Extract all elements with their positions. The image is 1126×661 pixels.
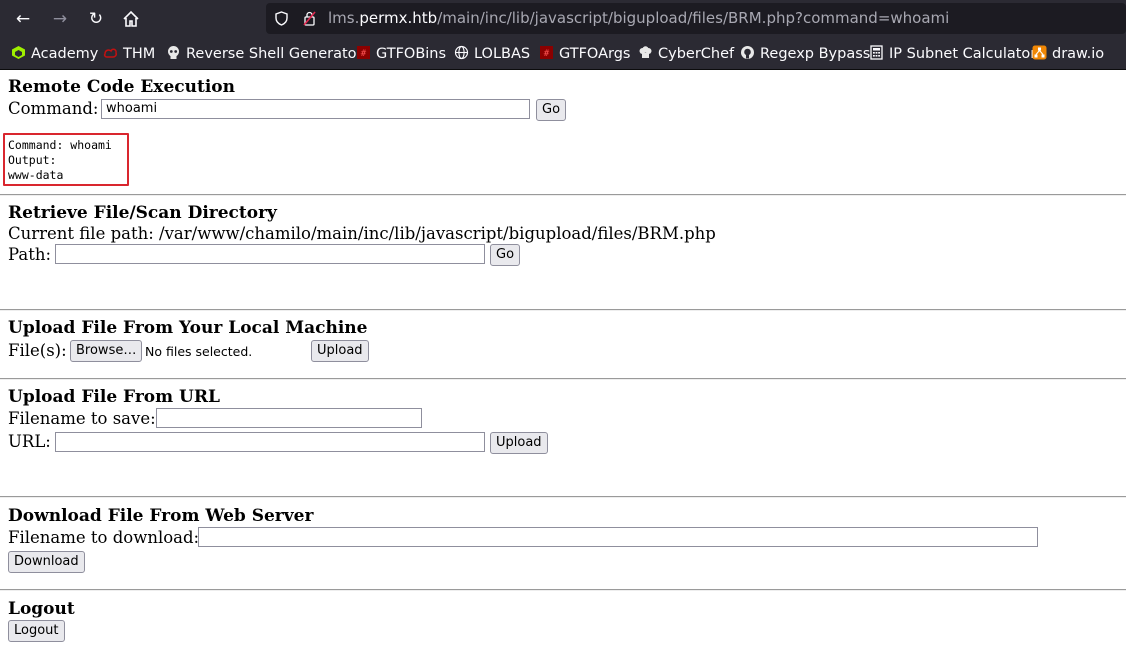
bookmark-gtfoargs[interactable]: # GTFOArgs [539, 44, 630, 64]
github-icon [741, 46, 754, 59]
url-input[interactable] [55, 432, 485, 452]
section-divider [0, 589, 1126, 591]
url-label: URL: [8, 432, 51, 451]
command-label: Command: [8, 99, 99, 118]
files-label: File(s): [8, 341, 67, 360]
svg-text:#: # [544, 49, 550, 59]
page-content: Remote Code Execution Command: whoami Go… [0, 70, 1126, 661]
path-input[interactable] [55, 244, 485, 264]
bookmark-gtfobins[interactable]: # GTFOBins [356, 44, 446, 64]
drawio-icon [1032, 45, 1047, 60]
reload-icon[interactable]: ↻ [84, 7, 108, 31]
bookmark-drawio[interactable]: draw.io [1032, 44, 1104, 64]
thm-icon [103, 48, 117, 58]
bookmark-revshell[interactable]: Reverse Shell Generator [166, 44, 363, 64]
bookmarks-bar: Academy THM Reverse Shell Generator # GTF… [0, 38, 1126, 70]
bookmark-thm[interactable]: THM [103, 44, 155, 64]
url-text[interactable]: lms.permx.htb/main/inc/lib/javascript/bi… [328, 9, 949, 27]
insecure-lock-icon[interactable] [303, 11, 316, 26]
upload-local-heading: Upload File From Your Local Machine [8, 318, 368, 338]
forward-icon[interactable]: → [48, 7, 72, 31]
download-button[interactable]: Download [8, 551, 85, 573]
path-label: Path: [8, 245, 52, 264]
section-divider [0, 309, 1126, 311]
retrieve-go-button[interactable]: Go [490, 244, 521, 266]
command-input[interactable]: whoami [101, 99, 530, 119]
calculator-icon [870, 45, 883, 60]
filename-to-download-label: Filename to download: [8, 528, 200, 547]
chef-hat-icon [639, 46, 652, 58]
logout-button[interactable]: Logout [8, 620, 65, 642]
filename-to-save-label: Filename to save: [8, 409, 156, 428]
globe-icon [454, 45, 469, 60]
url-bar[interactable]: lms.permx.htb/main/inc/lib/javascript/bi… [266, 3, 1126, 34]
command-output: Command: whoami Output: www-data [8, 138, 112, 182]
section-divider [0, 496, 1126, 498]
rce-heading: Remote Code Execution [8, 77, 235, 97]
upload-local-button[interactable]: Upload [311, 340, 369, 362]
skull-icon [168, 46, 179, 59]
bookmark-regexp[interactable]: Regexp Bypass [740, 44, 870, 64]
back-icon[interactable]: ← [11, 7, 35, 31]
svg-text:#: # [361, 49, 367, 59]
shield-icon[interactable] [275, 11, 288, 26]
filename-to-download-input[interactable] [198, 527, 1038, 547]
no-files-selected-text: No files selected. [145, 344, 253, 359]
home-icon[interactable] [119, 7, 143, 31]
bookmark-academy[interactable]: Academy [11, 44, 98, 64]
academy-cube-icon [12, 46, 25, 59]
bookmark-cyberchef[interactable]: CyberChef [638, 44, 734, 64]
bookmark-subnet-calc[interactable]: IP Subnet Calculator [869, 44, 1036, 64]
rce-go-button[interactable]: Go [536, 99, 567, 121]
gtfobins-icon: # [357, 46, 370, 59]
section-divider [0, 378, 1126, 380]
current-file-path: Current file path: /var/www/chamilo/main… [8, 224, 716, 243]
filename-to-save-input[interactable] [156, 408, 422, 428]
upload-url-button[interactable]: Upload [490, 432, 548, 454]
upload-url-heading: Upload File From URL [8, 387, 220, 407]
command-output-box: Command: whoami Output: www-data [3, 133, 129, 186]
download-heading: Download File From Web Server [8, 506, 314, 526]
browser-toolbar: ← → ↻ lms.permx.htb/main/inc/lib/javascr… [0, 0, 1126, 38]
section-divider [0, 194, 1126, 196]
gtfoargs-icon: # [540, 46, 553, 59]
browse-button[interactable]: Browse… [70, 340, 143, 362]
logout-heading: Logout [8, 599, 75, 619]
bookmark-lolbas[interactable]: LOLBAS [454, 44, 530, 64]
retrieve-heading: Retrieve File/Scan Directory [8, 203, 277, 223]
